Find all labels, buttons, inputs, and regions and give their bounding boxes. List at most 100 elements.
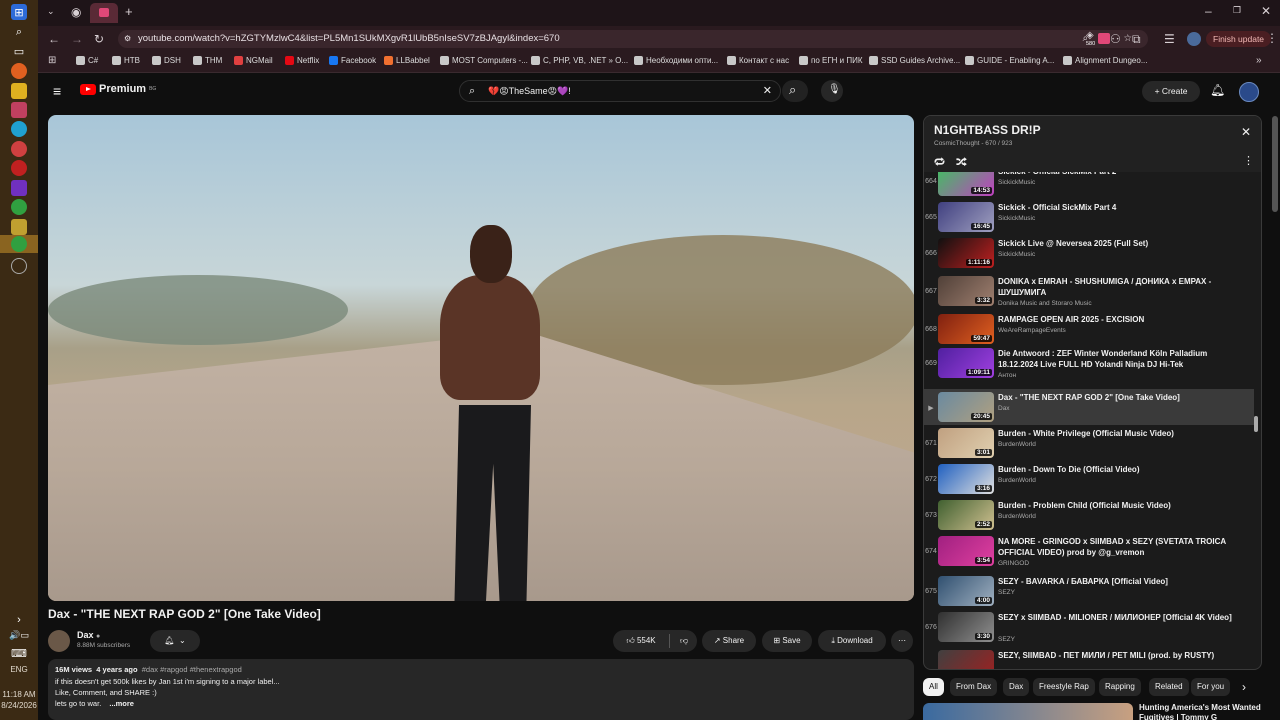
new-tab-plus-icon[interactable]: + bbox=[125, 4, 133, 19]
shuffle-icon[interactable]: 🔀︎ bbox=[956, 154, 967, 170]
channel-name[interactable]: Dax ● bbox=[77, 630, 100, 640]
scrollbar-thumb[interactable] bbox=[1254, 416, 1258, 432]
playlist-item-thumbnail[interactable]: 4:00 bbox=[938, 576, 994, 606]
reading-list-icon[interactable]: ☰ bbox=[1164, 32, 1175, 46]
playlist-item-thumbnail[interactable]: 3:16 bbox=[938, 464, 994, 494]
notifications-bell-icon[interactable]: 🔔︎ bbox=[1210, 83, 1225, 97]
app-icon[interactable] bbox=[11, 102, 27, 118]
playlist-item[interactable]: SEZY, SIIMBAD - ПЕТ МИЛИ / PET MILI (pro… bbox=[924, 650, 1254, 669]
chevron-up-icon[interactable]: › bbox=[11, 612, 27, 628]
back-arrow-icon[interactable]: ← bbox=[48, 32, 60, 46]
chrome-icon[interactable] bbox=[11, 199, 27, 215]
forward-arrow-icon[interactable]: → bbox=[71, 32, 83, 46]
extension-icon[interactable]: ⚇ bbox=[1110, 32, 1121, 46]
youtube-premium-logo[interactable]: Premium BG bbox=[80, 83, 156, 95]
filter-chip[interactable]: Related bbox=[1149, 678, 1189, 696]
onenote-icon[interactable] bbox=[11, 180, 27, 196]
close-window-icon[interactable]: ✕ bbox=[1261, 4, 1271, 18]
windows-start-icon[interactable]: ⊞ bbox=[11, 4, 27, 20]
language-indicator[interactable]: ENG bbox=[0, 665, 38, 674]
hamburger-menu-icon[interactable]: ≡ bbox=[53, 83, 61, 99]
playlist-item-thumbnail[interactable]: 1:09:11 bbox=[938, 348, 994, 378]
playlist-item[interactable]: 668 59:47 RAMPAGE OPEN AIR 2025 - EXCISION… bbox=[924, 314, 1254, 348]
bookmark-item[interactable]: Контакт с нас bbox=[727, 56, 789, 65]
playlist-item[interactable]: 676 3:30 SEZY x SIIMBAD - MILIONER / МИЛИО… bbox=[924, 612, 1254, 646]
clear-search-icon[interactable]: ✕ bbox=[763, 81, 772, 101]
playlist-item-title[interactable]: Sickick Live @ Neversea 2025 (Full Set) bbox=[998, 238, 1238, 249]
page-scrollbar-thumb[interactable] bbox=[1272, 116, 1278, 212]
filter-chip[interactable]: From Dax bbox=[950, 678, 998, 696]
chips-next-chevron-icon[interactable]: › bbox=[1242, 680, 1246, 694]
playlist-item-title[interactable]: Burden - Down To Die (Official Video) bbox=[998, 464, 1238, 475]
playlist-item-thumbnail[interactable]: 14:53 bbox=[938, 172, 994, 196]
playlist-item[interactable]: 671 3:01 Burden - White Privilege (Officia… bbox=[924, 428, 1254, 462]
bookmark-item[interactable]: C# bbox=[76, 56, 98, 65]
next-video-thumbnail[interactable] bbox=[923, 703, 1133, 720]
hashtags[interactable]: #dax #rapgod #thenextrapgod bbox=[142, 665, 242, 674]
show-more-link[interactable]: ...more bbox=[109, 699, 134, 708]
playlist-item-thumbnail[interactable]: 1:11:16 bbox=[938, 238, 994, 268]
bookmark-item[interactable]: GUIDE - Enabling A... bbox=[965, 56, 1054, 65]
playlist-scrollbar[interactable] bbox=[1254, 178, 1258, 664]
bookmark-item[interactable]: DSH bbox=[152, 56, 181, 65]
account-avatar[interactable] bbox=[1239, 82, 1259, 102]
playlist-item[interactable]: 673 2:52 Burden - Problem Child (Official … bbox=[924, 500, 1254, 534]
opera-icon[interactable] bbox=[11, 160, 27, 176]
install-app-icon[interactable] bbox=[1098, 33, 1110, 44]
playlist-item-title[interactable]: Sickick - Official SickMix Part 4 bbox=[998, 202, 1238, 213]
firefox-icon[interactable] bbox=[11, 63, 27, 79]
search-input[interactable]: ⌕ 💔😡TheSame😡💜! ✕ bbox=[459, 80, 781, 102]
tab-favicon-icon[interactable]: ◉ bbox=[71, 5, 81, 19]
loop-icon[interactable]: 🔁︎ bbox=[934, 154, 945, 170]
file-explorer-icon[interactable] bbox=[11, 83, 27, 99]
active-tab[interactable] bbox=[90, 3, 118, 23]
extension-icon[interactable]: ◈ bbox=[1086, 30, 1094, 41]
bookmark-item[interactable]: C, PHP, VB, .NET » О... bbox=[531, 56, 628, 65]
tab-list-chevron-icon[interactable]: ⌄ bbox=[47, 6, 55, 17]
playlist-item-title[interactable]: RAMPAGE OPEN AIR 2025 - EXCISION bbox=[998, 314, 1238, 325]
bookmark-item[interactable]: LLBabbel bbox=[384, 56, 430, 65]
bookmark-item[interactable]: NGMail bbox=[234, 56, 273, 65]
playlist-item[interactable]: 665 16:45 Sickick - Official SickMix Part … bbox=[924, 202, 1254, 236]
description-box[interactable]: 16M views 4 years ago #dax #rapgod #then… bbox=[48, 659, 914, 720]
playlist-item-title[interactable]: SEZY - BAVARKA / БАВАРКА [Official Video… bbox=[998, 576, 1238, 587]
address-bar[interactable]: ⚙ youtube.com/watch?v=hZGTYMzlwC4&list=P… bbox=[118, 30, 1148, 48]
playlist-item[interactable]: 664 14:53 Sickick - Official SickMix Part … bbox=[924, 172, 1254, 200]
task-view-icon[interactable]: ▭ bbox=[11, 43, 27, 59]
playlist-item-title[interactable]: NA MORE - GRINGOD x SIIMBAD x SEZY (SVET… bbox=[998, 536, 1238, 558]
apps-grid-icon[interactable]: ⊞ bbox=[48, 55, 56, 66]
clock-date[interactable]: 8/24/2026 bbox=[0, 701, 38, 710]
filter-chip[interactable]: For you bbox=[1191, 678, 1231, 696]
dislike-button[interactable]: 👎︎ bbox=[671, 630, 697, 652]
maximize-icon[interactable]: ❐ bbox=[1233, 5, 1241, 16]
bookmark-item[interactable]: SSD Guides Archive... bbox=[869, 56, 960, 65]
bookmark-item[interactable]: по ЕГН и ПИК bbox=[799, 56, 863, 65]
playlist-item-title[interactable]: Dax - "THE NEXT RAP GOD 2" [One Take Vid… bbox=[998, 392, 1238, 403]
keyboard-icon[interactable]: ⌨ bbox=[11, 645, 27, 661]
playlist-item-thumbnail[interactable] bbox=[938, 650, 994, 669]
next-video-title[interactable]: Hunting America's Most Wanted Fugitives … bbox=[1139, 703, 1267, 720]
playlist-item-thumbnail[interactable]: 3:32 bbox=[938, 276, 994, 306]
playlist-item-title[interactable]: SEZY x SIIMBAD - MILIONER / МИЛИОНЕР [Of… bbox=[998, 612, 1238, 623]
playlist-item[interactable]: 675 4:00 SEZY - BAVARKA / БАВАРКА [Officia… bbox=[924, 576, 1254, 610]
subscription-bell-button[interactable]: 🔔︎ ⌄ bbox=[150, 630, 200, 652]
like-button[interactable]: 👍︎ 554K bbox=[613, 630, 669, 652]
playlist-item-thumbnail[interactable]: 3:01 bbox=[938, 428, 994, 458]
search-button[interactable]: ⌕ bbox=[782, 80, 808, 102]
extensions-puzzle-icon[interactable]: ⧉ bbox=[1132, 32, 1141, 47]
video-player[interactable] bbox=[48, 115, 914, 601]
playlist-item-title[interactable]: Die Antwoord : ZEF Winter Wonderland Köl… bbox=[998, 348, 1238, 370]
app-icon[interactable] bbox=[11, 219, 27, 235]
bookmark-star-icon[interactable]: ☆ bbox=[1123, 30, 1132, 48]
more-bookmarks-icon[interactable]: » bbox=[1256, 55, 1262, 66]
bookmark-item[interactable]: Facebook bbox=[329, 56, 376, 65]
filter-chip[interactable]: Freestyle Rap bbox=[1033, 678, 1095, 696]
edge-icon[interactable] bbox=[11, 121, 27, 137]
clock-time[interactable]: 11:18 AM bbox=[0, 690, 38, 699]
playlist-item[interactable]: 666 1:11:16 Sickick Live @ Neversea 2025 (… bbox=[924, 238, 1254, 272]
create-button[interactable]: + Create bbox=[1142, 81, 1200, 102]
playlist-item[interactable]: 669 1:09:11 Die Antwoord : ZEF Winter Wond… bbox=[924, 348, 1254, 382]
bookmark-item[interactable]: Необходими опти... bbox=[634, 56, 718, 65]
playlist-item-thumbnail[interactable]: 16:45 bbox=[938, 202, 994, 232]
app-icon[interactable] bbox=[11, 141, 27, 157]
